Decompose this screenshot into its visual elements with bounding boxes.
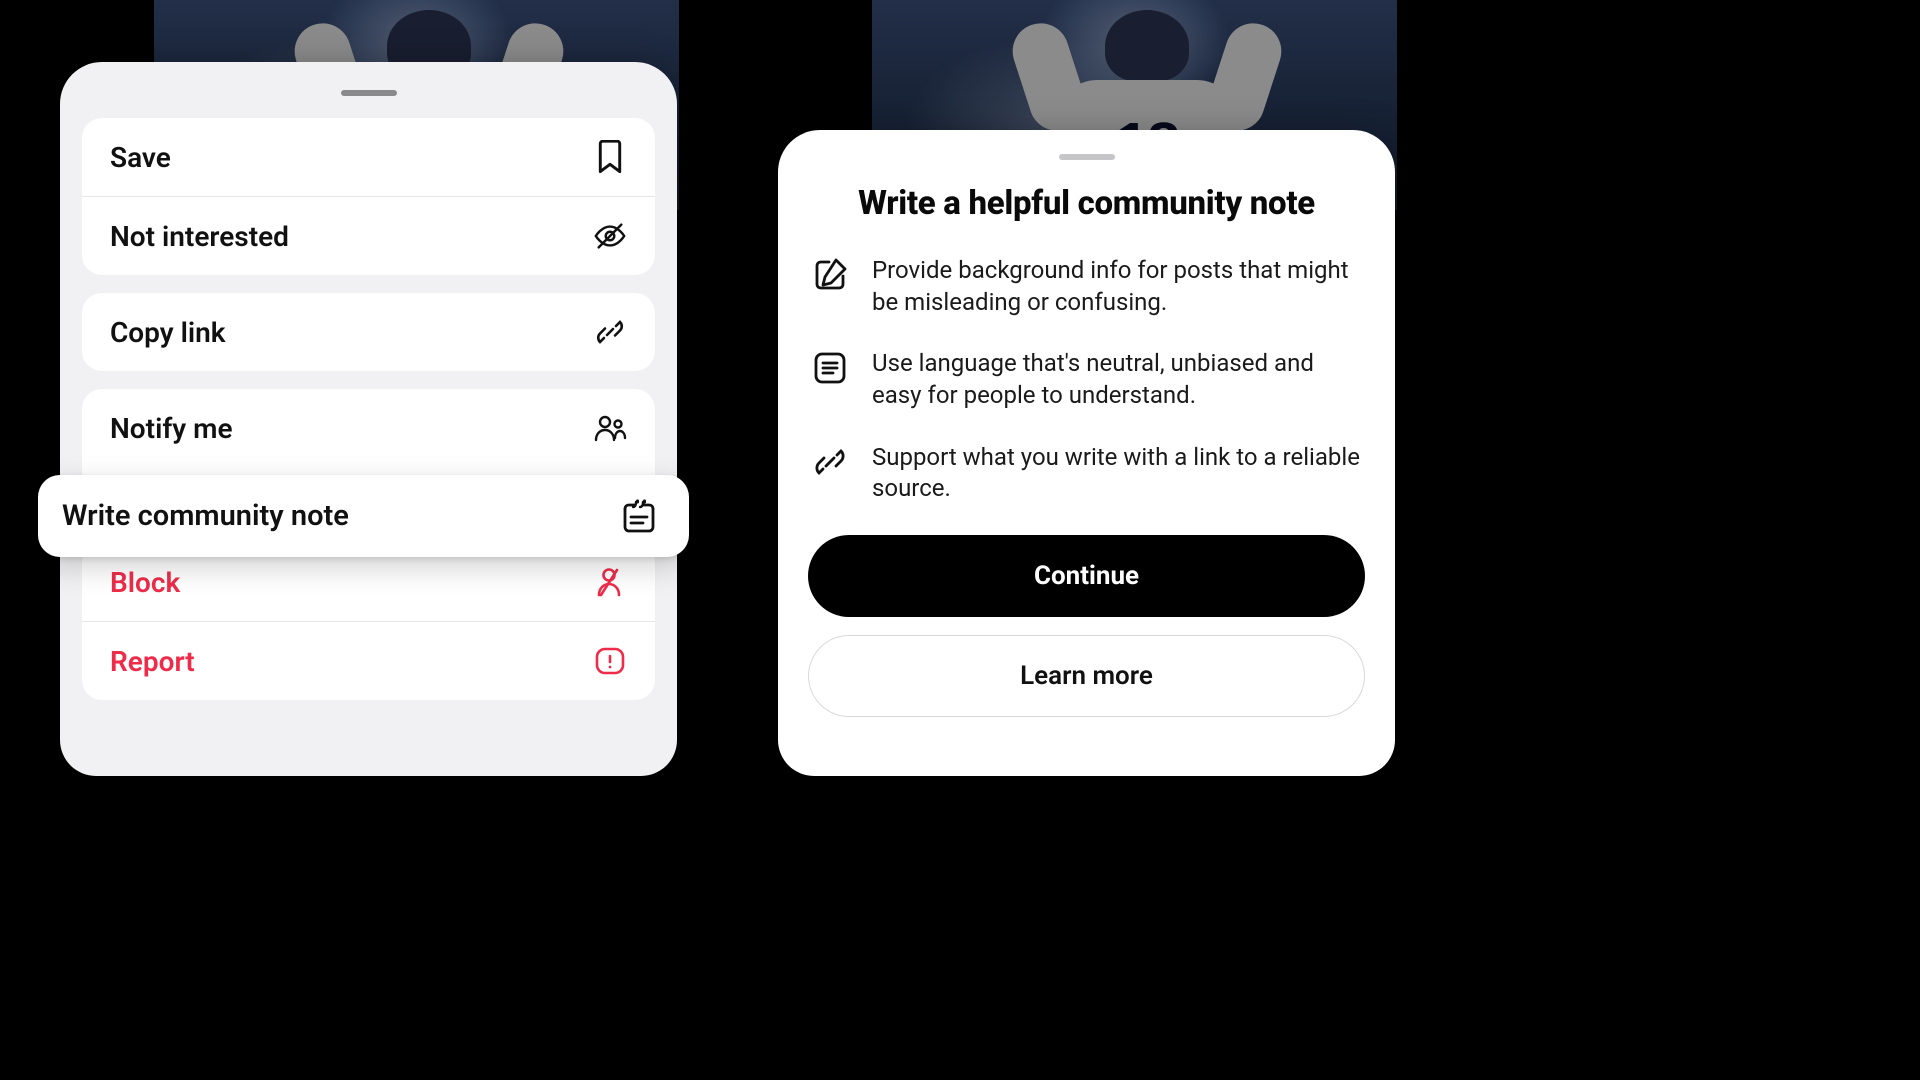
link-icon [593,315,627,349]
bullet-text: Use language that's neutral, unbiased an… [872,348,1363,411]
bullet-neutral-language: Use language that's neutral, unbiased an… [810,348,1363,411]
post-options-sheet: Save Not interested [60,62,677,776]
options-group-4: Block Report [82,543,655,700]
write-community-note-row[interactable]: Write community note [38,475,689,557]
options-group-2: Copy link [82,293,655,371]
phone-right: 18 Write a helpful community note Provid… [778,0,1403,816]
community-note-intro-sheet: Write a helpful community note Provide b… [778,130,1395,776]
not-interested-row[interactable]: Not interested [82,197,655,275]
save-row[interactable]: Save [82,118,655,196]
report-label: Report [110,645,195,678]
sheet-handle[interactable] [341,90,397,96]
bullet-text: Support what you write with a link to a … [872,442,1363,505]
alert-icon [593,644,627,678]
note-quote-icon [619,496,659,536]
sheet-title: Write a helpful community note [808,184,1365,223]
report-row[interactable]: Report [82,622,655,700]
copy-link-label: Copy link [110,316,226,349]
continue-button[interactable]: Continue [808,535,1365,617]
notify-me-label: Notify me [110,412,233,445]
write-community-note-label: Write community note [62,499,349,533]
options-group-1: Save Not interested [82,118,655,275]
bookmark-icon [593,140,627,174]
phone-left: 18 Save Not interested [60,0,685,816]
sheet-handle[interactable] [1059,154,1115,160]
bullet-reliable-source: Support what you write with a link to a … [810,442,1363,505]
learn-more-button-label: Learn more [1020,661,1153,691]
bullet-background-info: Provide background info for posts that m… [810,255,1363,318]
continue-button-label: Continue [1034,561,1139,591]
edit-square-icon [810,255,850,295]
link-icon [810,442,850,482]
people-icon [593,411,627,445]
text-lines-icon [810,348,850,388]
bullets-list: Provide background info for posts that m… [808,255,1365,505]
eye-off-icon [593,219,627,253]
user-block-icon [593,565,627,599]
bullet-text: Provide background info for posts that m… [872,255,1363,318]
copy-link-row[interactable]: Copy link [82,293,655,371]
not-interested-label: Not interested [110,220,289,253]
learn-more-button[interactable]: Learn more [808,635,1365,717]
block-label: Block [110,566,180,599]
save-label: Save [110,141,171,174]
